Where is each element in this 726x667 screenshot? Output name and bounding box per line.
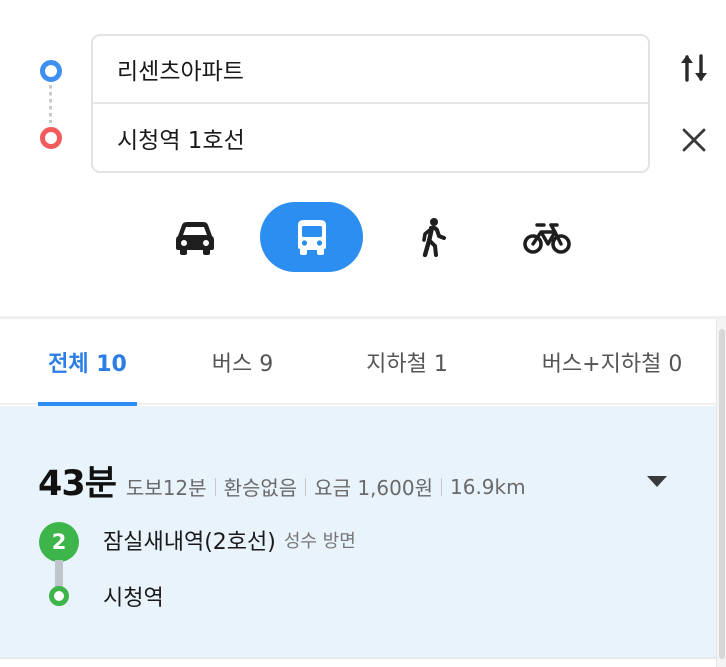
departure-station-name: 잠실새내역(2호선) xyxy=(103,530,276,555)
tab-bus[interactable]: 버스 9 xyxy=(195,319,290,405)
route-inputs: 리센츠아파트 시청역 1호선 xyxy=(91,34,650,173)
tab-subway[interactable]: 지하철 1 xyxy=(352,319,462,405)
transport-mode-selector xyxy=(0,202,726,272)
departure-station: 잠실새내역(2호선) 성수 방면 xyxy=(103,524,356,556)
walk-time: 도보12분 xyxy=(125,476,207,500)
swap-route-button[interactable] xyxy=(676,48,712,88)
meta-separator xyxy=(214,477,216,496)
destination-marker-icon xyxy=(40,127,62,149)
bus-icon xyxy=(297,220,326,255)
expand-route-button[interactable] xyxy=(642,468,672,494)
results-scrollbar[interactable] xyxy=(716,319,726,667)
meta-separator xyxy=(441,477,442,496)
arrival-marker-icon xyxy=(49,586,69,606)
scrollbar-thumb[interactable] xyxy=(719,329,725,659)
mode-bike-button[interactable] xyxy=(512,202,582,272)
clear-route-button[interactable] xyxy=(676,122,712,158)
fare-info: 요금 1,600원 xyxy=(314,476,433,500)
route-dotted-line xyxy=(49,85,52,123)
transfer-info: 환승없음 xyxy=(223,476,298,500)
subway-line-badge: 2 xyxy=(39,522,79,562)
swap-vertical-icon xyxy=(681,54,707,82)
bike-icon xyxy=(523,223,571,254)
mode-car-button[interactable] xyxy=(160,202,230,272)
tab-bus-subway[interactable]: 버스+지하철 0 xyxy=(527,319,697,405)
destination-input[interactable]: 시청역 1호선 xyxy=(93,104,648,172)
route-search-panel: 리센츠아파트 시청역 1호선 xyxy=(0,0,726,318)
walk-icon xyxy=(422,218,446,257)
direction-text: 성수 방면 xyxy=(283,531,356,552)
destination-input-value: 시청역 1호선 xyxy=(117,128,245,154)
car-icon xyxy=(176,222,214,255)
total-time: 43분 xyxy=(38,464,117,504)
route-markers xyxy=(40,60,62,150)
route-type-tabs: 전체 10 버스 9 지하철 1 버스+지하철 0 xyxy=(0,319,716,405)
origin-marker-icon xyxy=(40,60,62,82)
mode-walk-button[interactable] xyxy=(398,202,468,272)
distance-info: 16.9km xyxy=(450,474,526,499)
arrival-station-name: 시청역 xyxy=(103,586,164,611)
caret-down-icon xyxy=(647,476,667,487)
card-divider xyxy=(0,657,716,667)
route-segment-line xyxy=(55,560,63,588)
origin-input[interactable]: 리센츠아파트 xyxy=(93,36,648,104)
mode-bus-button[interactable] xyxy=(260,202,363,272)
meta-separator xyxy=(305,477,307,496)
close-icon xyxy=(682,128,706,152)
route-meta: 도보12분 환승없음 요금 1,600원 16.9km xyxy=(126,472,526,501)
route-summary: 43분 도보12분 환승없음 요금 1,600원 16.9km xyxy=(38,455,526,504)
tab-all[interactable]: 전체 10 xyxy=(38,319,137,405)
origin-input-value: 리센츠아파트 xyxy=(117,59,244,85)
